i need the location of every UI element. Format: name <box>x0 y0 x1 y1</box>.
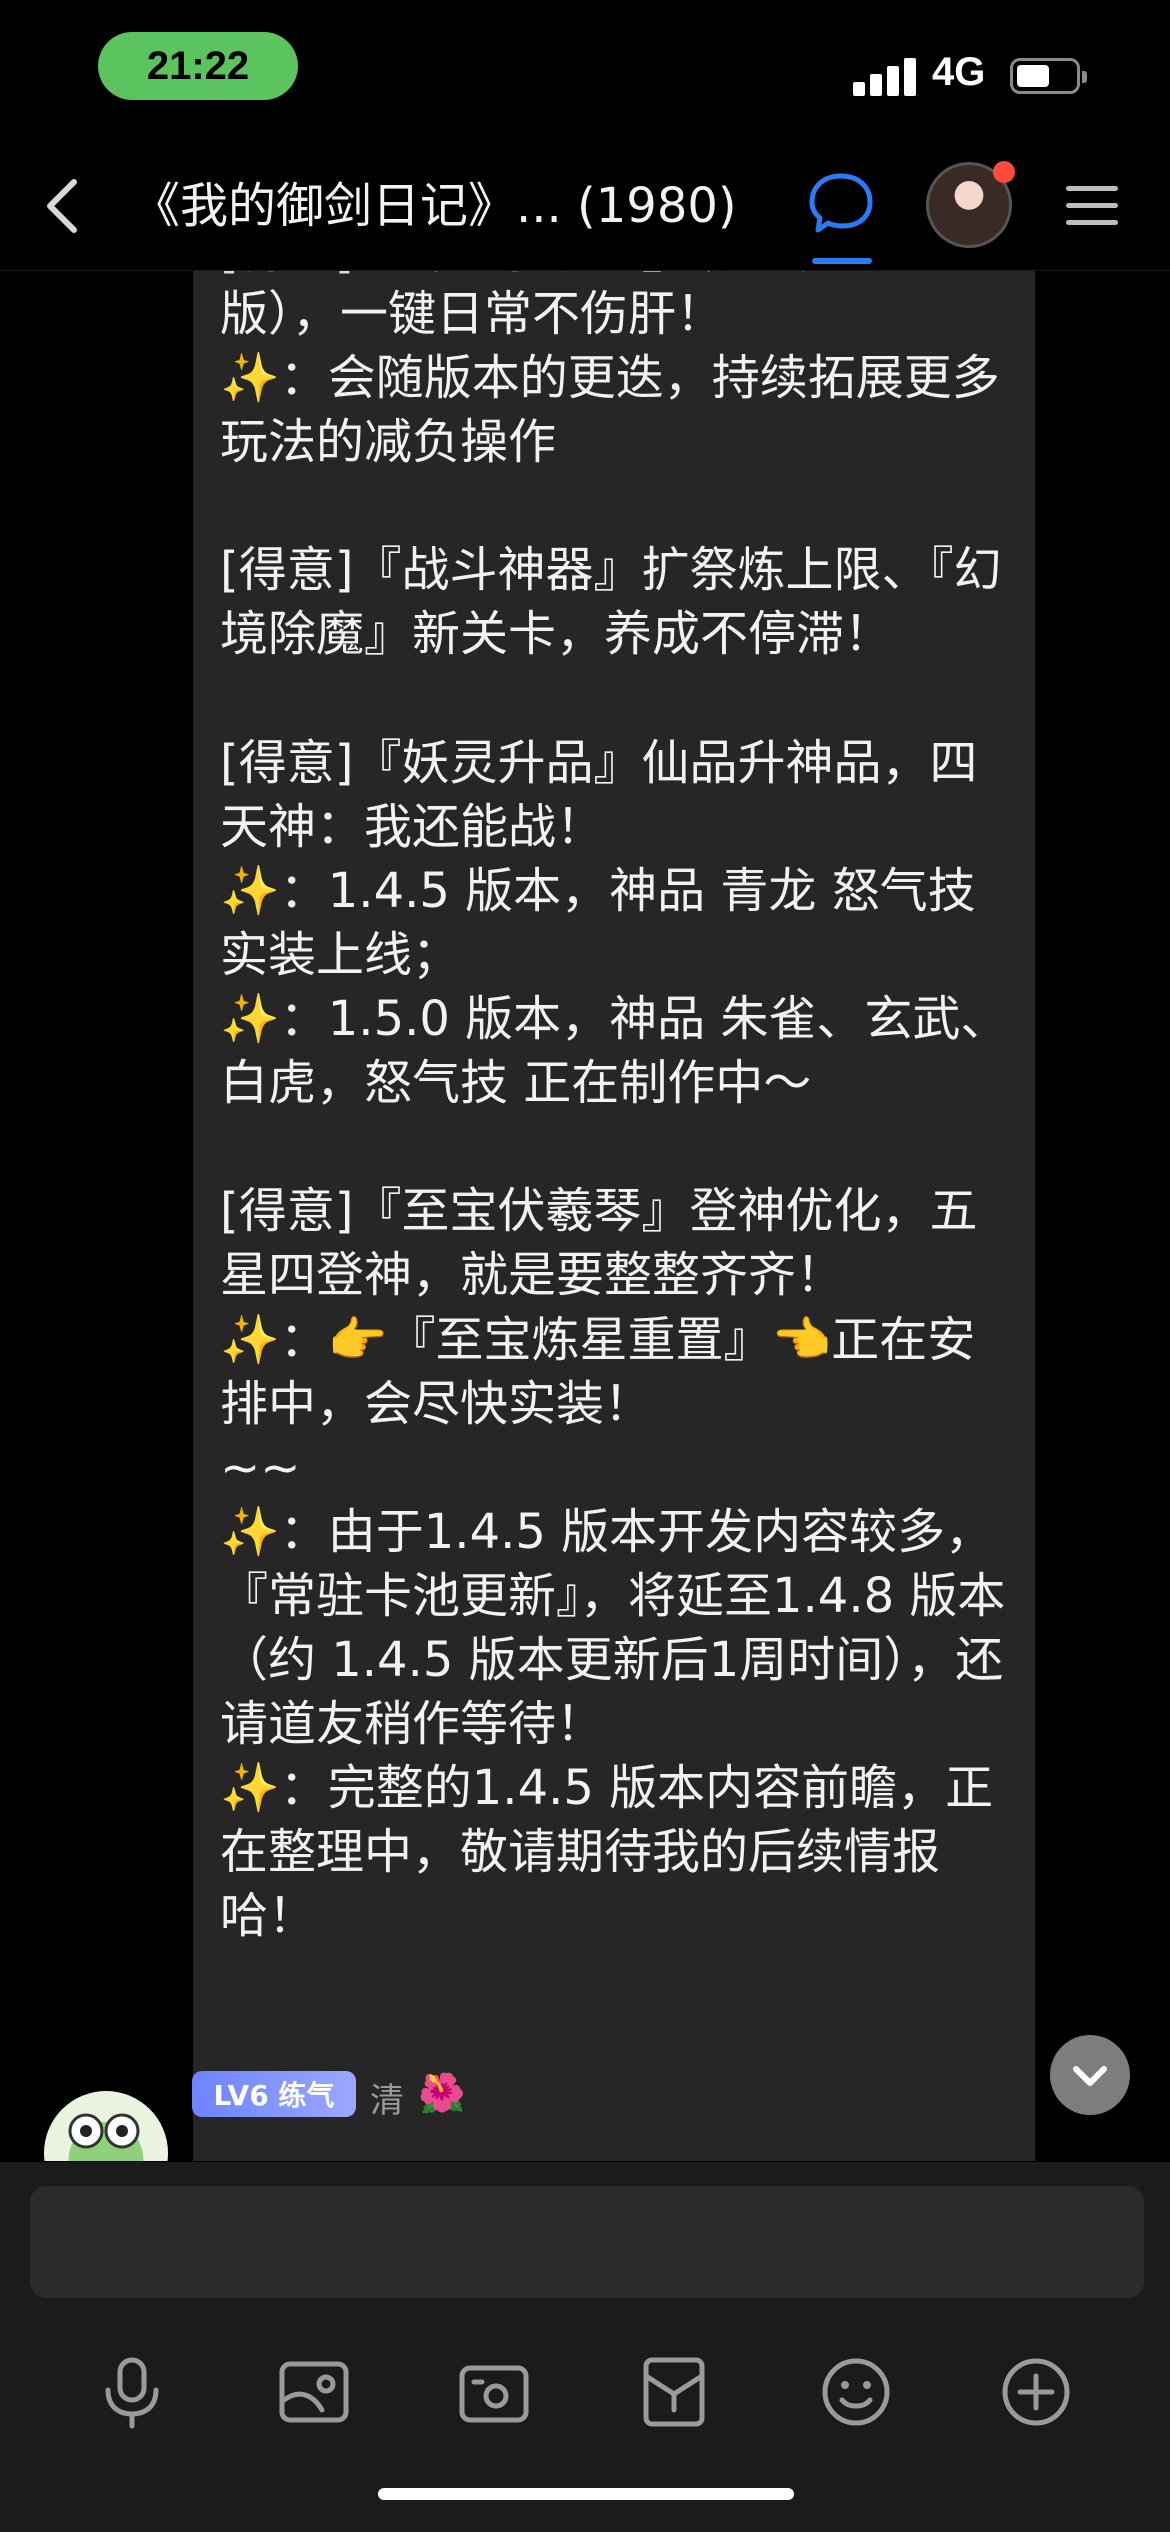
status-bar: 21:22 4G <box>0 0 1170 140</box>
tab-indicator <box>812 258 872 264</box>
chat-title[interactable]: 《我的御剑日记》... (1980) <box>132 174 772 238</box>
chevron-down-icon <box>1073 2066 1107 2086</box>
microphone-icon <box>105 2357 159 2429</box>
next-message-header: LV6 练气 清 🌺 <box>0 2071 1170 2161</box>
scroll-to-bottom-button[interactable] <box>1050 2035 1130 2115</box>
message-text: 版），一键日常不伤肝！ ✨：会随版本的更迭，持续拓展更多玩法的减负操作 [得意]… <box>220 286 1009 1945</box>
red-packet-icon <box>643 2357 705 2427</box>
camera-button[interactable] <box>454 2352 534 2432</box>
level-badge: LV6 练气 <box>192 2071 356 2117</box>
signal-strength-icon <box>853 56 917 96</box>
frog-avatar-icon <box>68 2113 140 2149</box>
message-input[interactable] <box>30 2186 1144 2298</box>
plus-icon <box>1002 2358 1070 2426</box>
voice-button[interactable] <box>92 2352 172 2432</box>
emoji-button[interactable] <box>816 2352 896 2432</box>
menu-button[interactable] <box>1066 184 1118 228</box>
emoji-icon <box>822 2358 890 2426</box>
network-type: 4G <box>932 50 986 94</box>
notification-dot <box>993 161 1015 183</box>
chat-bubble-icon <box>809 173 873 233</box>
home-indicator[interactable] <box>378 2488 794 2500</box>
back-button[interactable] <box>40 176 90 236</box>
chat-header: 《我的御剑日记》... (1980) <box>0 140 1170 271</box>
sender-name[interactable]: 清 <box>370 2073 404 2122</box>
camera-icon <box>459 2365 529 2423</box>
avatar[interactable] <box>926 161 1015 248</box>
chat-tab[interactable] <box>806 168 876 264</box>
chevron-left-icon <box>47 179 77 233</box>
sender-avatar[interactable] <box>44 2091 168 2161</box>
input-panel <box>0 2162 1170 2532</box>
menu-icon <box>1066 186 1118 191</box>
image-icon <box>279 2361 349 2423</box>
message-list[interactable]: [得意]『御剑小助手』（测试 版），一键日常不伤肝！ ✨：会随版本的更迭，持续拓… <box>0 271 1170 2161</box>
battery-icon <box>1010 58 1087 94</box>
more-button[interactable] <box>996 2352 1076 2432</box>
red-packet-button[interactable] <box>634 2352 714 2432</box>
image-button[interactable] <box>274 2352 354 2432</box>
sender-emoji: 🌺 <box>418 2071 466 2115</box>
status-time: 21:22 <box>98 32 298 100</box>
